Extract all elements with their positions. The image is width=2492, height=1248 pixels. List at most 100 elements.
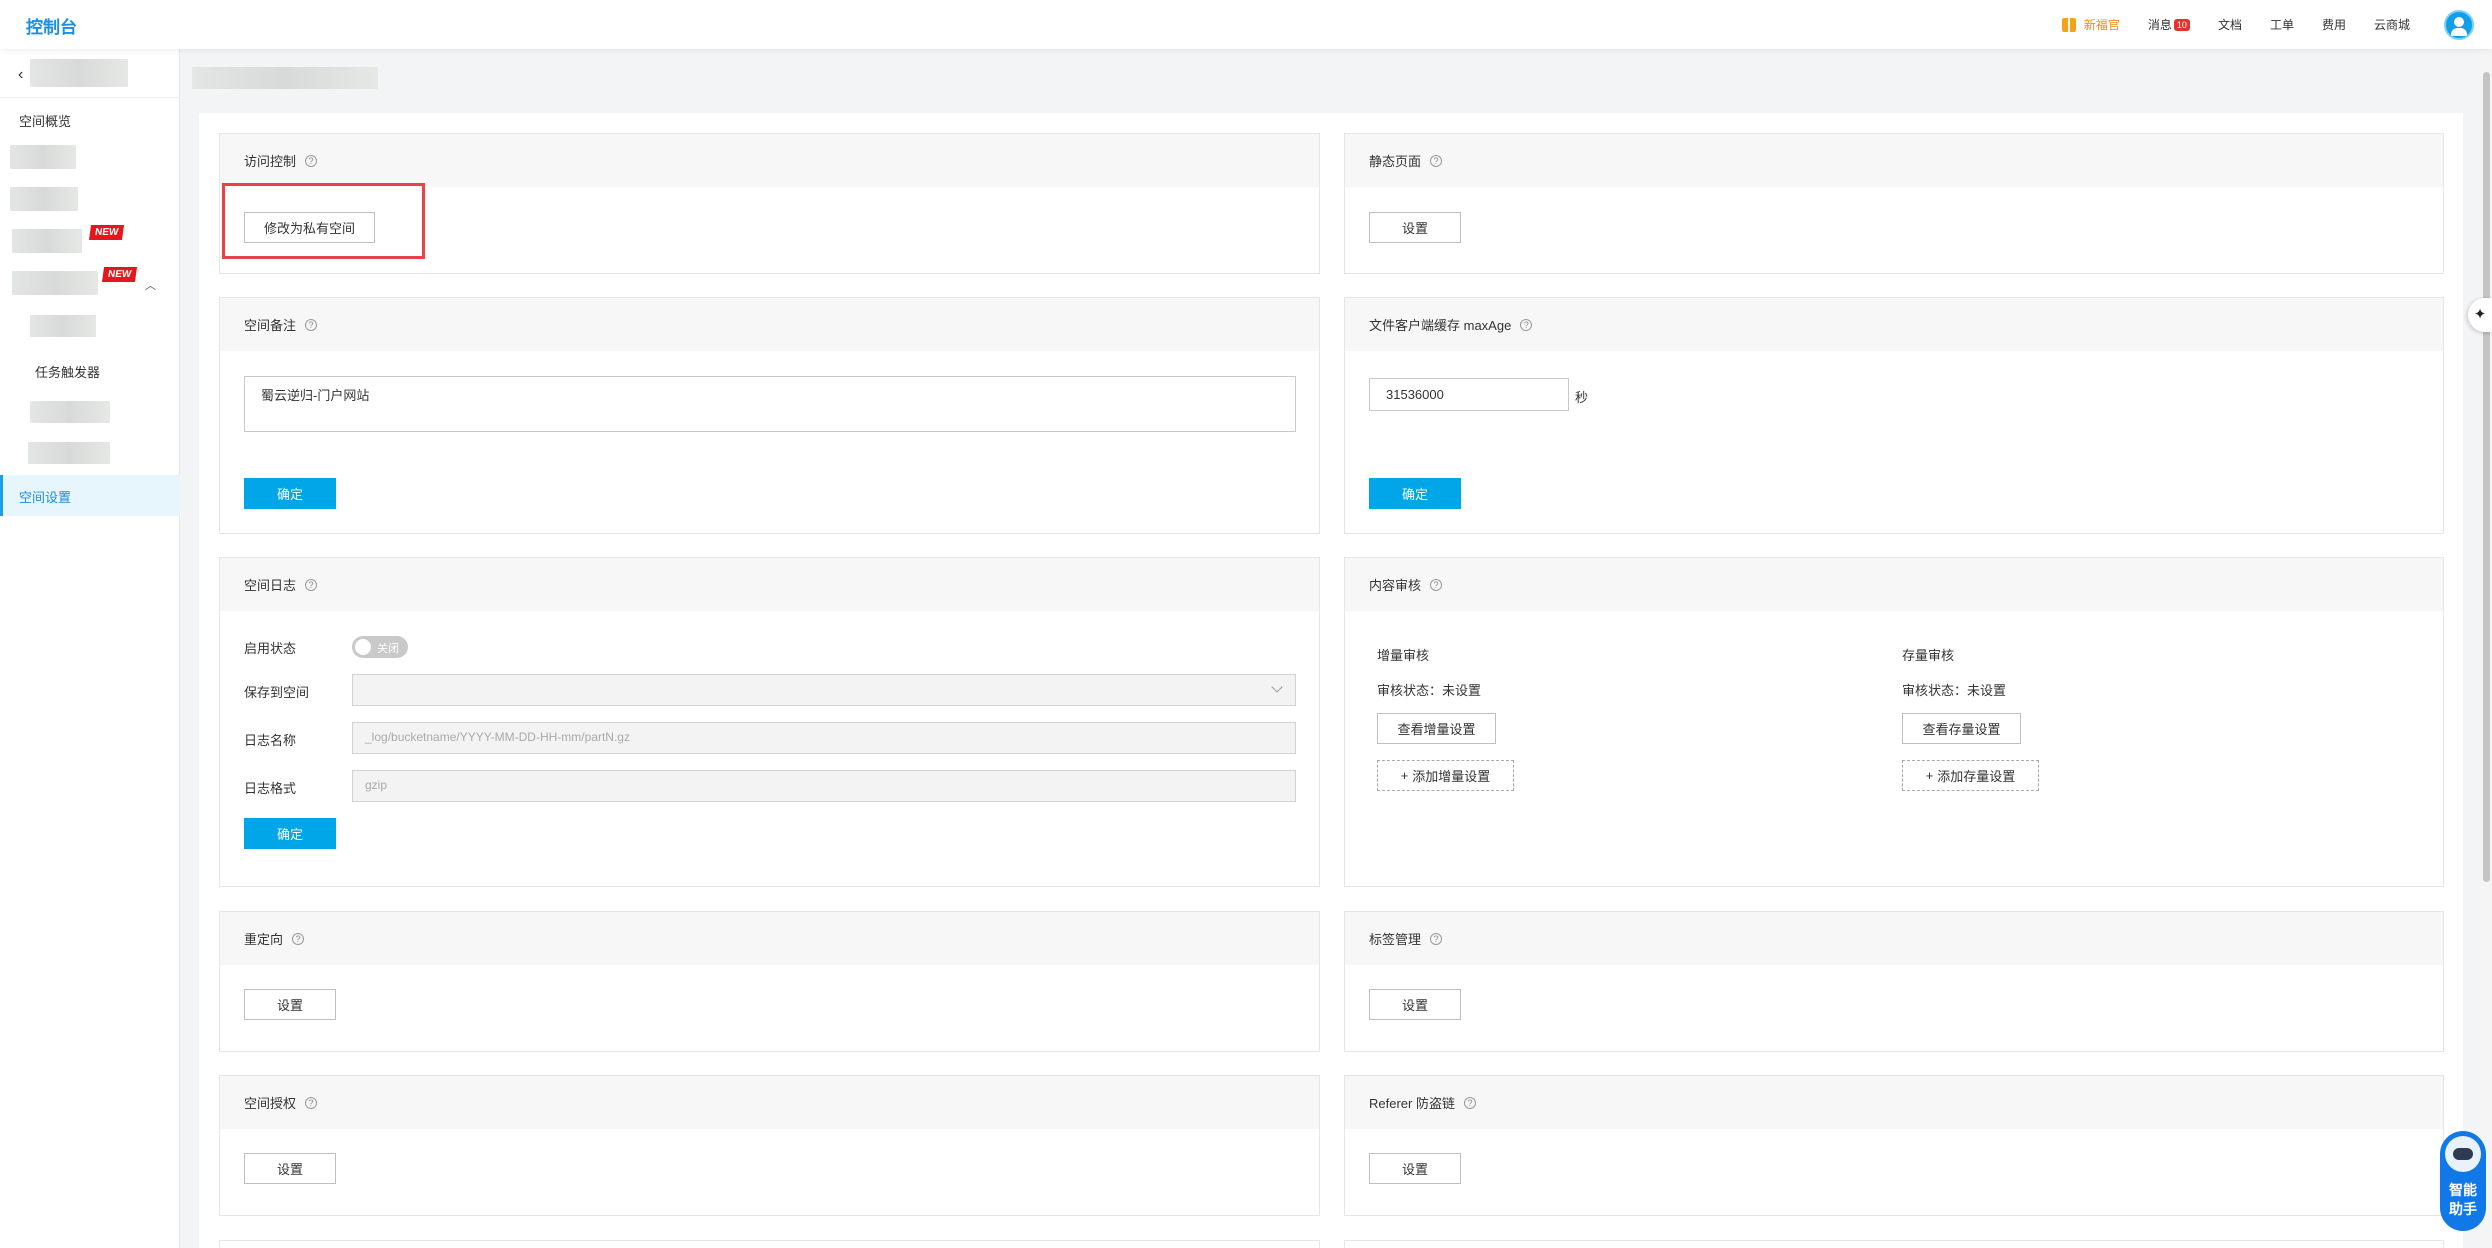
sidebar: ‹ 空间概览 NEW NEW ︿ 任务触发器 空间设置 — [0, 49, 180, 1248]
log-format-input[interactable]: gzip — [352, 770, 1296, 802]
chevron-up-icon[interactable]: ︿ — [145, 277, 156, 293]
remark-confirm-button[interactable]: 确定 — [244, 478, 336, 509]
scrollbar-thumb[interactable] — [2483, 72, 2490, 882]
help-icon[interactable]: ? — [292, 932, 305, 945]
stock-audit-status: 审核状态：未设置 — [1902, 683, 2007, 698]
view-incremental-button[interactable]: 查看增量设置 — [1377, 713, 1496, 744]
sidebar-subitem-redacted-3[interactable] — [28, 442, 110, 464]
card-header: 访问控制 ? — [220, 134, 1319, 187]
card-header: 静态页面 ? — [1345, 134, 2443, 187]
space-authorization-card: 空间授权 ? 设置 — [219, 1075, 1320, 1216]
help-icon[interactable]: ? — [305, 578, 318, 591]
card-header: 内容审核 ? — [1345, 558, 2443, 611]
bucket-name-redacted — [30, 59, 128, 87]
log-enable-toggle[interactable]: 关闭 — [352, 636, 408, 658]
card-header: Referer 防盗链 ? — [1345, 1076, 2443, 1129]
help-icon[interactable]: ? — [305, 318, 318, 331]
top-nav-menu: 新福官 消息 10 文档 工单 费用 云商城 — [2061, 0, 2492, 49]
incremental-audit-status: 审核状态：未设置 — [1377, 683, 1482, 698]
button-label: 添加存量设置 — [1937, 769, 2016, 784]
help-icon[interactable]: ? — [1430, 578, 1443, 591]
help-icon[interactable]: ? — [305, 154, 318, 167]
gift-icon — [2061, 17, 2076, 32]
help-icon[interactable]: ? — [1463, 1096, 1476, 1109]
toggle-state-text: 关闭 — [377, 643, 399, 655]
chevron-down-icon — [1271, 681, 1283, 693]
log-name-input[interactable]: _log/bucketname/YYYY-MM-DD-HH-mm/partN.g… — [352, 722, 1296, 754]
toggle-knob — [355, 639, 371, 655]
assistant-label: 智能助手 — [2449, 1182, 2477, 1217]
help-icon[interactable]: ? — [1430, 154, 1443, 167]
top-navbar: 控制台 新福官 消息 10 文档 工单 费用 云商城 — [0, 0, 2492, 49]
help-icon[interactable]: ? — [305, 1096, 318, 1109]
tickets-link[interactable]: 工单 — [2270, 16, 2294, 33]
log-name-label: 日志名称 — [244, 733, 297, 748]
sidebar-item-redacted-2[interactable] — [10, 187, 78, 211]
referer-card: Referer 防盗链 ? 设置 — [1344, 1075, 2444, 1216]
sidebar-item-overview[interactable]: 空间概览 — [19, 111, 71, 130]
save-to-space-select[interactable] — [352, 674, 1296, 706]
static-page-settings-button[interactable]: 设置 — [1369, 212, 1461, 243]
marketplace-link[interactable]: 云商城 — [2374, 16, 2410, 33]
maxage-card: 文件客户端缓存 maxAge ? 31536000 秒 确定 — [1344, 297, 2444, 534]
plus-icon: + — [1400, 768, 1409, 783]
new-tag-badge: NEW — [88, 225, 125, 240]
redirect-settings-button[interactable]: 设置 — [244, 989, 336, 1020]
card-title: Referer 防盗链 — [1369, 1096, 1455, 1111]
user-avatar[interactable] — [2444, 9, 2474, 40]
seconds-unit-label: 秒 — [1575, 390, 1589, 405]
enable-status-label: 启用状态 — [244, 641, 297, 656]
authorization-settings-button[interactable]: 设置 — [244, 1153, 336, 1184]
sidebar-subitem-redacted-1[interactable] — [30, 315, 96, 337]
remark-textarea[interactable]: 蜀云逆归-门户网站 — [244, 376, 1296, 432]
space-log-card: 空间日志 ? 启用状态 关闭 保存到空间 日志名称 _log/bucketnam… — [219, 557, 1320, 887]
card-title: 空间授权 — [244, 1096, 297, 1111]
sidebar-item-space-settings[interactable]: 空间设置 — [0, 475, 180, 516]
log-confirm-button[interactable]: 确定 — [244, 818, 336, 849]
messages-count-badge: 10 — [2173, 18, 2190, 31]
sidebar-back-row: ‹ — [0, 49, 180, 98]
view-stock-button[interactable]: 查看存量设置 — [1902, 713, 2021, 744]
messages-link[interactable]: 消息 10 — [2148, 16, 2190, 33]
sidebar-subitem-redacted-2[interactable] — [30, 401, 110, 423]
docs-link[interactable]: 文档 — [2218, 16, 2242, 33]
help-icon[interactable]: ? — [1520, 318, 1533, 331]
add-stock-button[interactable]: + 添加存量设置 — [1902, 760, 2039, 791]
card-title: 内容审核 — [1369, 578, 1422, 593]
sidebar-item-label: 空间设置 — [19, 490, 72, 505]
card-title: 空间备注 — [244, 318, 297, 333]
tag-settings-button[interactable]: 设置 — [1369, 989, 1461, 1020]
maxage-input[interactable]: 31536000 — [1369, 378, 1569, 411]
sidebar-group-redacted[interactable] — [12, 271, 98, 295]
next-card-left — [219, 1240, 1320, 1248]
billing-link[interactable]: 费用 — [2322, 16, 2346, 33]
card-title: 文件客户端缓存 maxAge — [1369, 318, 1512, 333]
card-title: 重定向 — [244, 932, 284, 947]
referer-settings-button[interactable]: 设置 — [1369, 1153, 1461, 1184]
new-user-link[interactable]: 新福官 — [2061, 16, 2120, 33]
back-arrow-icon[interactable]: ‹ — [18, 66, 23, 84]
sidebar-item-redacted-1[interactable] — [10, 145, 76, 169]
sidebar-item-task-trigger[interactable]: 任务触发器 — [35, 362, 100, 381]
save-to-space-label: 保存到空间 — [244, 685, 310, 700]
card-header: 空间日志 ? — [220, 558, 1319, 611]
new-user-label: 新福官 — [2083, 18, 2120, 32]
card-title: 空间日志 — [244, 578, 297, 593]
log-format-label: 日志格式 — [244, 781, 297, 796]
tag-management-card: 标签管理 ? 设置 — [1344, 911, 2444, 1052]
maxage-confirm-button[interactable]: 确定 — [1369, 478, 1461, 509]
button-label: 添加增量设置 — [1412, 769, 1491, 784]
static-page-card: 静态页面 ? 设置 — [1344, 133, 2444, 274]
sparkle-icon[interactable]: ✦ — [2468, 298, 2492, 332]
add-incremental-button[interactable]: + 添加增量设置 — [1377, 760, 1514, 791]
card-title: 标签管理 — [1369, 932, 1422, 947]
card-header: 文件客户端缓存 maxAge ? — [1345, 298, 2443, 351]
card-header: 空间备注 ? — [220, 298, 1319, 351]
console-brand-link[interactable]: 控制台 — [26, 13, 77, 38]
help-icon[interactable]: ? — [1430, 932, 1443, 945]
sidebar-item-redacted-3[interactable] — [12, 229, 82, 253]
card-title: 访问控制 — [244, 154, 297, 169]
redirect-card: 重定向 ? 设置 — [219, 911, 1320, 1052]
smart-assistant-button[interactable]: 智能助手 — [2440, 1131, 2486, 1231]
new-tag-badge: NEW — [101, 267, 138, 282]
